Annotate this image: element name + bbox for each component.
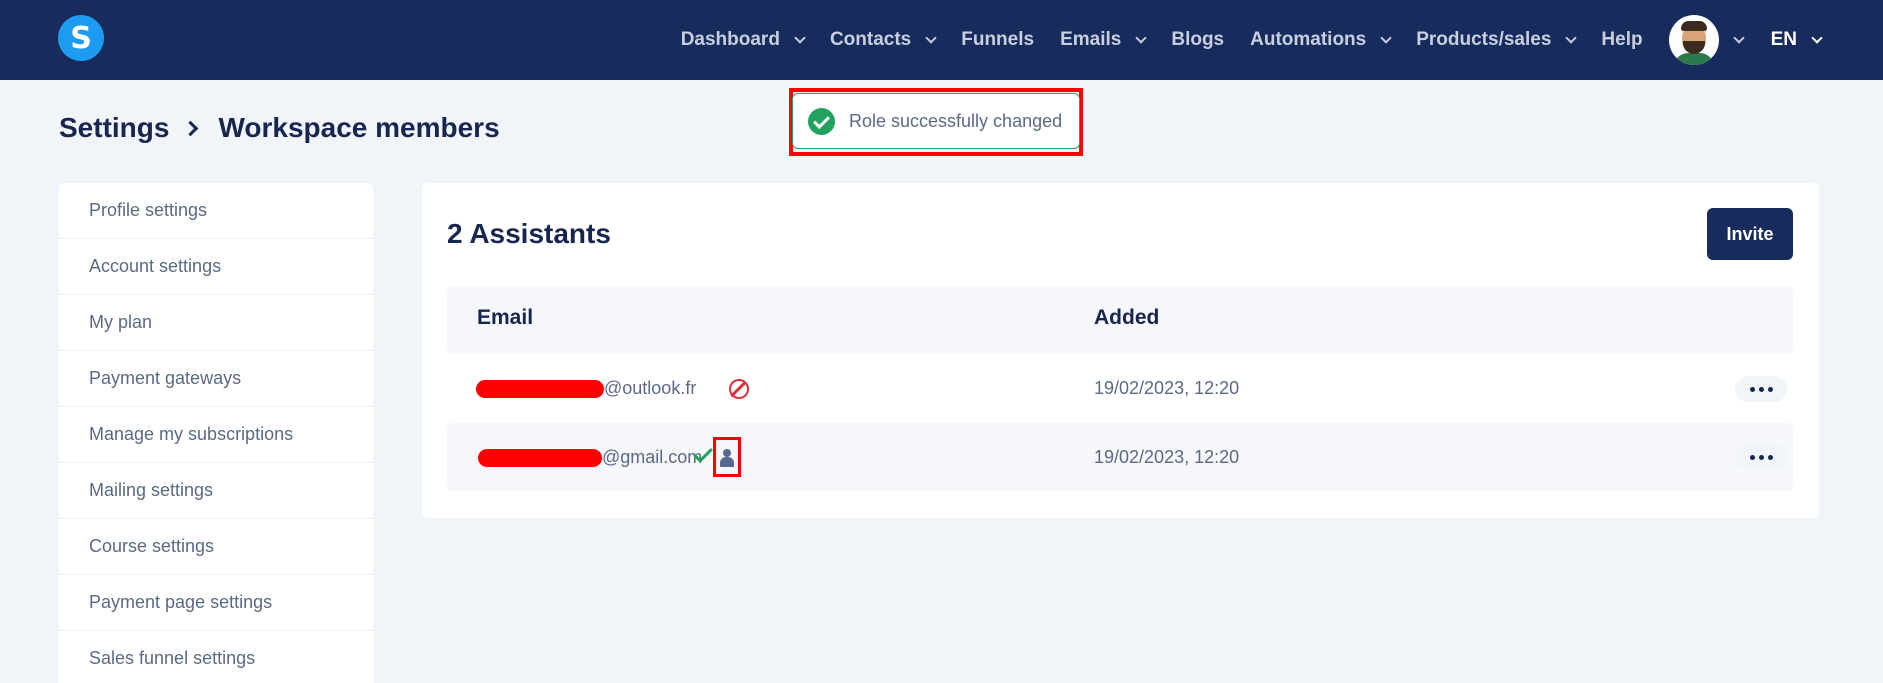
chevron-right-icon (183, 120, 199, 136)
sidebar-item-profile-settings[interactable]: Profile settings (59, 183, 373, 239)
nav-products-sales[interactable]: Products/sales (1416, 29, 1578, 51)
sidebar-item-sales-funnel-settings[interactable]: Sales funnel settings (59, 631, 373, 683)
nav-help-label: Help (1601, 29, 1643, 50)
app-logo[interactable]: S (58, 15, 104, 61)
nav-automations-label: Automations (1250, 29, 1367, 50)
sidebar-item-label: Account settings (89, 256, 222, 276)
chevron-down-icon (925, 31, 937, 44)
chevron-down-icon (1135, 31, 1148, 44)
sidebar-item-course-settings[interactable]: Course settings (59, 519, 373, 575)
page-title: Workspace members (218, 112, 500, 143)
chevron-down-icon (1565, 31, 1578, 44)
row-actions-button[interactable] (1735, 376, 1787, 402)
member-added-date: 19/02/2023, 12:20 (1094, 378, 1240, 398)
member-email: @outlook.fr (604, 378, 697, 398)
member-email: @gmail.com (602, 447, 703, 467)
sidebar-item-label: My plan (89, 312, 153, 332)
sidebar-item-label: Manage my subscriptions (89, 424, 294, 444)
sidebar-item-label: Payment gateways (89, 368, 242, 388)
user-icon-torso (720, 457, 734, 467)
breadcrumb: Settings Workspace members (59, 112, 500, 144)
row-actions-button[interactable] (1735, 444, 1787, 470)
user-icon[interactable] (720, 449, 734, 467)
nav-funnels[interactable]: Funnels (961, 29, 1034, 51)
invite-button[interactable]: Invite (1707, 208, 1793, 260)
sidebar-item-label: Payment page settings (89, 592, 273, 612)
column-header-email: Email (477, 306, 534, 329)
user-icon-head (723, 449, 731, 457)
main-nav: Dashboard Contacts Funnels Emails Blogs … (681, 0, 1883, 80)
dot-icon (1767, 454, 1773, 460)
table-row: @gmail.com 19/02/2023, 12:20 (447, 423, 1793, 491)
nav-blogs-label: Blogs (1171, 29, 1225, 50)
toast-message: Role successfully changed (849, 110, 1063, 131)
dot-icon (1767, 386, 1773, 392)
avatar-body (1673, 53, 1714, 65)
sidebar-item-manage-subscriptions[interactable]: Manage my subscriptions (59, 407, 373, 463)
sidebar-item-label: Profile settings (89, 200, 208, 220)
sidebar-item-account-settings[interactable]: Account settings (59, 239, 373, 295)
nav-emails[interactable]: Emails (1060, 29, 1148, 51)
language-label: EN (1770, 29, 1797, 50)
chevron-down-icon (1732, 31, 1745, 44)
sidebar-item-payment-page-settings[interactable]: Payment page settings (59, 575, 373, 631)
nav-automations[interactable]: Automations (1250, 29, 1392, 51)
member-added-date: 19/02/2023, 12:20 (1094, 447, 1240, 467)
members-title: 2 Assistants (447, 218, 611, 249)
nav-help[interactable]: Help (1601, 29, 1642, 51)
chevron-down-icon (1811, 31, 1823, 44)
table-header: Email Added (447, 286, 1793, 354)
ban-icon (729, 379, 749, 399)
nav-funnels-label: Funnels (961, 29, 1035, 50)
sidebar-item-my-plan[interactable]: My plan (59, 295, 373, 351)
nav-dashboard-label: Dashboard (680, 29, 780, 50)
sidebar-item-label: Mailing settings (89, 480, 214, 500)
chevron-down-icon (794, 31, 806, 44)
sidebar-item-label: Course settings (89, 536, 215, 556)
nav-contacts[interactable]: Contacts (829, 29, 937, 51)
nav-products-sales-label: Products/sales (1416, 29, 1552, 50)
sidebar-item-mailing-settings[interactable]: Mailing settings (59, 463, 373, 519)
sidebar-item-label: Sales funnel settings (89, 648, 256, 668)
avatar-hair (1680, 21, 1707, 31)
language-selector[interactable]: EN (1770, 29, 1823, 51)
redacted-email-name (478, 449, 602, 467)
chevron-down-icon (1380, 31, 1392, 44)
breadcrumb-settings[interactable]: Settings (59, 112, 169, 144)
dot-icon (1758, 454, 1764, 460)
role-icon-highlight-box (713, 437, 741, 477)
settings-sidebar: Profile settings Account settings My pla… (59, 183, 373, 683)
dot-icon (1749, 454, 1755, 460)
success-toast: Role successfully changed (792, 93, 1080, 149)
table-row: @outlook.fr 19/02/2023, 12:20 (447, 355, 1793, 423)
column-header-added: Added (1094, 306, 1160, 329)
redacted-email-name (476, 380, 604, 398)
top-navbar: S Dashboard Contacts Funnels Emails Blog… (0, 0, 1883, 80)
nav-contacts-label: Contacts (829, 29, 912, 50)
check-circle-icon (808, 107, 835, 135)
nav-blogs[interactable]: Blogs (1171, 29, 1224, 51)
members-panel: 2 Assistants Invite Email Added @outlook… (422, 183, 1819, 518)
dot-icon (1758, 386, 1764, 392)
nav-emails-label: Emails (1060, 29, 1122, 50)
nav-dashboard[interactable]: Dashboard (680, 29, 806, 51)
sidebar-item-payment-gateways[interactable]: Payment gateways (59, 351, 373, 407)
avatar (1668, 15, 1719, 65)
user-menu[interactable] (1668, 15, 1745, 65)
dot-icon (1749, 386, 1755, 392)
